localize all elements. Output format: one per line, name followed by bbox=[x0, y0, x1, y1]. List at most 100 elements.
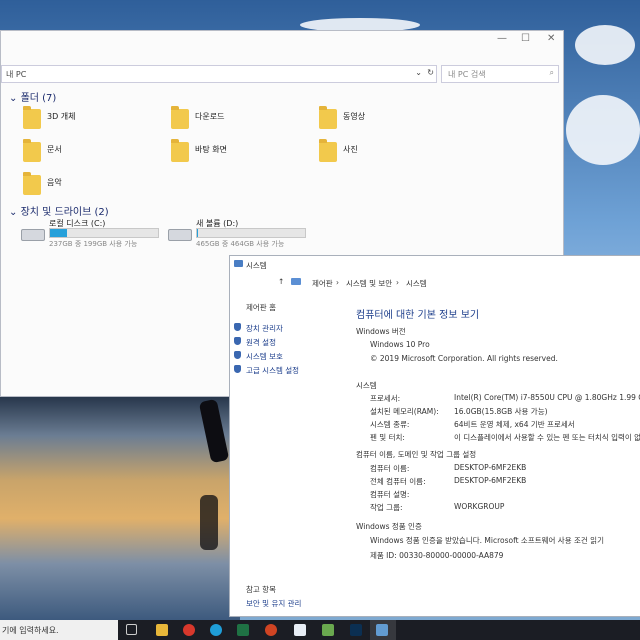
see-also-label: 참고 항목 bbox=[246, 585, 276, 594]
product-id: 제품 ID: 00330-80000-00000-AA879 bbox=[370, 551, 504, 560]
activation-section-header: Windows 정품 인증 bbox=[356, 522, 422, 531]
breadcrumb-system[interactable]: 시스템 bbox=[406, 278, 427, 289]
system-navbar: ↑ 제어판 › 시스템 및 보안 › 시스템 bbox=[230, 274, 640, 290]
spec-label: 프로세서: bbox=[370, 394, 401, 403]
maximize-icon[interactable]: ☐ bbox=[521, 33, 530, 44]
cloud bbox=[566, 95, 640, 165]
drive-usage-fill bbox=[197, 229, 199, 237]
downloads-folder-icon bbox=[171, 106, 189, 129]
app-icon[interactable] bbox=[294, 624, 306, 636]
refresh-icon[interactable]: ↻ bbox=[427, 68, 434, 77]
drive-free-text: 237GB 중 199GB 사용 가능 bbox=[49, 240, 138, 248]
explorer-titlebar: — ☐ ✕ bbox=[1, 31, 563, 47]
folder-icon bbox=[23, 106, 41, 129]
breadcrumb-separator: › bbox=[396, 278, 399, 287]
computer-value: DESKTOP-6MF2EKB bbox=[454, 476, 527, 485]
drive-icon bbox=[168, 229, 192, 241]
system-titlebar: 시스템 bbox=[230, 256, 640, 272]
breadcrumb-control-panel[interactable]: 제어판 bbox=[312, 278, 333, 289]
spec-value: Intel(R) Core(TM) i7-8550U CPU @ 1.80GHz… bbox=[454, 393, 640, 402]
breadcrumb-system-security[interactable]: 시스템 및 보안 bbox=[346, 278, 392, 289]
chevron-down-icon[interactable]: ⌄ bbox=[415, 68, 422, 77]
security-maintenance-link[interactable]: 보안 및 유지 관리 bbox=[246, 598, 301, 609]
spec-label: 시스템 종류: bbox=[370, 420, 410, 429]
spec-value: 64비트 운영 체제, x64 기반 프로세서 bbox=[454, 420, 575, 429]
folder-label: 다운로드 bbox=[195, 112, 225, 121]
runner-reflection bbox=[200, 495, 218, 550]
remote-settings-link[interactable]: 원격 설정 bbox=[246, 337, 276, 348]
shield-icon bbox=[234, 323, 241, 331]
taskbar: 기에 입력하세요. bbox=[0, 620, 640, 640]
back-up-icon[interactable]: ↑ bbox=[278, 277, 284, 286]
taskbar-search-placeholder: 기에 입력하세요. bbox=[2, 626, 59, 635]
spec-label: 설치된 메모리(RAM): bbox=[370, 407, 439, 416]
photoshop-icon[interactable] bbox=[350, 624, 362, 636]
edition-header: Windows 버전 bbox=[356, 327, 406, 336]
chevron-down-icon: ⌄ bbox=[9, 93, 21, 104]
system-app-icon bbox=[234, 260, 243, 267]
folders-header-label: 폴더 (7) bbox=[20, 93, 57, 104]
computer-label: 컴퓨터 설명: bbox=[370, 490, 410, 499]
app-icon[interactable] bbox=[322, 624, 334, 636]
folder-label: 음악 bbox=[47, 178, 62, 187]
folder-label: 바탕 화면 bbox=[195, 145, 227, 154]
documents-folder-icon bbox=[23, 139, 41, 162]
cloud bbox=[575, 25, 635, 65]
search-icon: ⌕ bbox=[549, 68, 554, 77]
edge-icon[interactable] bbox=[210, 624, 222, 636]
folder-label: 문서 bbox=[47, 145, 62, 154]
spec-value: 16.0GB(15.8GB 사용 가능) bbox=[454, 407, 548, 416]
pictures-folder-icon bbox=[319, 139, 337, 162]
system-left-pane: 제어판 홈 장치 관리자 원격 설정 시스템 보호 고급 시스템 설정 참고 항… bbox=[230, 296, 354, 616]
copyright-text: © 2019 Microsoft Corporation. All rights… bbox=[370, 354, 558, 363]
shield-icon bbox=[234, 365, 241, 373]
chrome-icon[interactable] bbox=[183, 624, 195, 636]
powerpoint-icon[interactable] bbox=[265, 624, 277, 636]
folder-label: 3D 개체 bbox=[47, 112, 76, 121]
close-icon[interactable]: ✕ bbox=[547, 33, 555, 44]
computer-label: 작업 그룹: bbox=[370, 503, 403, 512]
computer-label: 컴퓨터 이름: bbox=[370, 464, 410, 473]
drives-section-header[interactable]: ⌄ 장치 및 드라이브 (2) bbox=[9, 203, 109, 218]
drives-header-label: 장치 및 드라이브 (2) bbox=[20, 207, 109, 218]
shield-icon bbox=[234, 337, 241, 345]
minimize-icon[interactable]: — bbox=[497, 33, 507, 44]
system-section-header: 시스템 bbox=[356, 381, 377, 390]
control-panel-icon bbox=[291, 278, 301, 285]
desktop-folder-icon bbox=[171, 139, 189, 162]
breadcrumb-separator: › bbox=[336, 278, 339, 287]
advanced-settings-link[interactable]: 고급 시스템 설정 bbox=[246, 365, 299, 376]
taskbar-search-box[interactable]: 기에 입력하세요. bbox=[0, 620, 118, 640]
search-box[interactable]: 내 PC 검색 ⌕ bbox=[441, 65, 559, 83]
spec-label: 펜 및 터치: bbox=[370, 433, 405, 442]
shield-icon bbox=[234, 351, 241, 359]
system-protection-link[interactable]: 시스템 보호 bbox=[246, 351, 283, 362]
file-explorer-icon[interactable] bbox=[156, 624, 168, 636]
folders-section-header[interactable]: ⌄ 폴더 (7) bbox=[9, 89, 56, 104]
search-placeholder: 내 PC 검색 bbox=[448, 70, 486, 79]
drive-icon bbox=[21, 229, 45, 241]
excel-icon[interactable] bbox=[237, 624, 249, 636]
videos-folder-icon bbox=[319, 106, 337, 129]
address-text: 내 PC bbox=[6, 70, 27, 79]
computer-label: 전체 컴퓨터 이름: bbox=[370, 477, 426, 486]
control-panel-home-link[interactable]: 제어판 홈 bbox=[246, 302, 276, 313]
folder-label: 사진 bbox=[343, 145, 358, 154]
drive-usage-fill bbox=[50, 229, 68, 237]
activation-status: Windows 정품 인증을 받았습니다. Microsoft 소프트웨어 사용… bbox=[370, 536, 604, 545]
page-heading: 컴퓨터에 대한 기본 정보 보기 bbox=[356, 310, 480, 321]
device-manager-link[interactable]: 장치 관리자 bbox=[246, 323, 283, 334]
system-window: 시스템 ↑ 제어판 › 시스템 및 보안 › 시스템 제어판 홈 장치 관리자 … bbox=[229, 255, 640, 617]
folder-label: 동영상 bbox=[343, 112, 366, 121]
system-title: 시스템 bbox=[246, 261, 267, 270]
spec-value: 이 디스플레이에서 사용할 수 있는 펜 또는 터치식 입력이 없습니다 bbox=[454, 433, 640, 442]
edition-value: Windows 10 Pro bbox=[370, 340, 430, 349]
music-folder-icon bbox=[23, 172, 41, 195]
drive-usage-bar bbox=[196, 228, 306, 238]
computer-value: DESKTOP-6MF2EKB bbox=[454, 463, 527, 472]
task-view-icon[interactable] bbox=[126, 624, 137, 635]
drive-free-text: 465GB 중 464GB 사용 가능 bbox=[196, 240, 285, 248]
active-app-highlight bbox=[370, 620, 396, 640]
drive-usage-bar bbox=[49, 228, 159, 238]
address-bar[interactable]: 내 PC ⌄ ↻ bbox=[1, 65, 437, 83]
